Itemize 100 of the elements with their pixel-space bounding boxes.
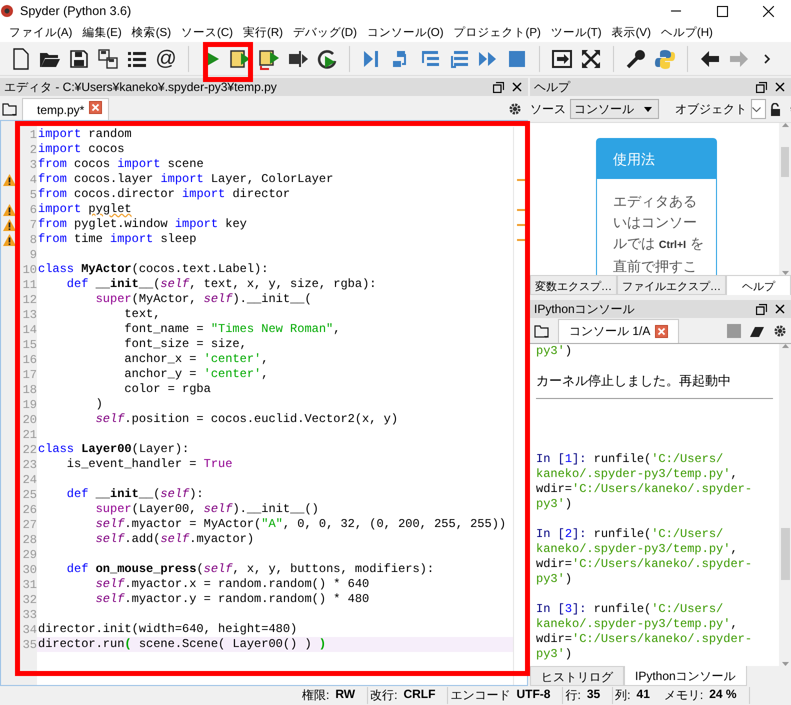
line-number: 31 bbox=[22, 578, 37, 592]
code-line: self.myactor.y = random.random() * 480 bbox=[94, 592, 370, 606]
code-line: text, bbox=[123, 307, 160, 321]
line-number: 21 bbox=[22, 428, 37, 442]
code-line: director.run( scene.Scene( Layer00() ) ) bbox=[38, 637, 326, 651]
line-number: 22 bbox=[22, 442, 37, 456]
code-line: anchor_x = 'center', bbox=[123, 352, 268, 366]
menu-item[interactable]: 編集(E) bbox=[77, 24, 127, 40]
code-line: def on_mouse_press(self, x, y, buttons, modifiers): bbox=[66, 562, 434, 576]
console-input-line: py3') bbox=[536, 572, 572, 586]
code-line: director.init(width=640, height=480) bbox=[38, 622, 298, 636]
line-number: 20 bbox=[22, 412, 37, 426]
menu-item[interactable]: 検索(S) bbox=[126, 24, 176, 40]
code-line: class Layer00(Layer): bbox=[38, 442, 190, 456]
line-number: 10 bbox=[22, 262, 37, 276]
menu-item[interactable]: 実行(R) bbox=[238, 24, 288, 40]
code-line: font_size = size, bbox=[123, 337, 247, 351]
code-line: self.myactor.x = random.random() * 640 bbox=[94, 577, 370, 591]
pane-tab[interactable]: ファイルエクスプ… bbox=[617, 275, 726, 295]
source-label: ソース bbox=[530, 100, 566, 118]
console-input-line: kaneko/.spyder-py3/temp.py', bbox=[536, 542, 738, 556]
code-line: self.add(self.myactor) bbox=[94, 532, 254, 546]
line-number: 25 bbox=[22, 488, 37, 502]
menu-item[interactable]: ツール(T) bbox=[546, 24, 607, 40]
line-number: 7 bbox=[28, 218, 37, 232]
status-label: メモリ: bbox=[664, 687, 704, 704]
status-value: 41 bbox=[636, 687, 650, 703]
line-number: 11 bbox=[22, 278, 37, 292]
code-line: self.position = cocos.euclid.Vector2(x, y) bbox=[94, 412, 398, 426]
status-value: UTF-8 bbox=[516, 687, 550, 703]
console-input-line: wdir='C:/Users/kaneko/.spyder- bbox=[536, 557, 752, 571]
code-line: super(Layer00, self).__init__() bbox=[94, 502, 319, 516]
code-line: from cocos.director import director bbox=[38, 187, 290, 201]
pane-title: ヘルプ bbox=[534, 78, 570, 96]
line-number: 30 bbox=[22, 562, 37, 576]
line-number: 35 bbox=[22, 638, 37, 652]
line-number: 12 bbox=[22, 292, 37, 306]
line-number: 16 bbox=[22, 352, 37, 366]
status-label: 権限: bbox=[302, 687, 330, 704]
card-text: エディタあるいはコンソールでは Ctrl+I を直前で押すこ bbox=[612, 192, 705, 275]
console-message: カーネル停止しました。再起動中 bbox=[536, 373, 732, 388]
code-line: super(MyActor, self).__init__( bbox=[94, 292, 312, 306]
line-number: 18 bbox=[22, 382, 37, 396]
status-label: 改行: bbox=[370, 687, 398, 704]
line-number: 23 bbox=[22, 458, 37, 472]
line-number: 33 bbox=[22, 608, 37, 622]
console-input-line: In [3]: runfile('C:/Users/ bbox=[536, 602, 724, 616]
console-input-line: In [2]: runfile('C:/Users/ bbox=[536, 527, 724, 541]
line-number: 2 bbox=[28, 142, 37, 156]
menu-item[interactable]: プロジェクト(P) bbox=[448, 24, 546, 40]
console-output: py3') bbox=[536, 344, 572, 358]
pane-tab[interactable]: ヒストリログ bbox=[530, 666, 624, 686]
code-line: anchor_y = 'center', bbox=[123, 367, 268, 381]
line-number: 14 bbox=[22, 322, 37, 336]
code-line: import cocos bbox=[38, 142, 124, 156]
window-title: Spyder (Python 3.6) bbox=[20, 4, 132, 18]
console-tab[interactable]: コンソール 1/A bbox=[558, 319, 680, 343]
code-line: from time import sleep bbox=[38, 232, 196, 246]
line-number: 27 bbox=[22, 518, 37, 532]
console-input-line: wdir='C:/Users/kaneko/.spyder- bbox=[536, 482, 752, 496]
line-number: 24 bbox=[22, 472, 37, 486]
code-line: font_name = "Times New Roman", bbox=[123, 322, 340, 336]
line-number: 4 bbox=[28, 172, 37, 186]
code-line: import pyglet bbox=[38, 202, 132, 216]
source-dropdown[interactable]: コンソール bbox=[570, 99, 659, 119]
menu-item[interactable]: 表示(V) bbox=[606, 24, 656, 40]
line-number: 19 bbox=[22, 398, 37, 412]
line-number: 32 bbox=[22, 592, 37, 606]
line-number: 3 bbox=[28, 158, 37, 172]
console-input-line: kaneko/.spyder-py3/temp.py', bbox=[536, 617, 738, 631]
menu-item[interactable]: ヘルプ(H) bbox=[656, 24, 718, 40]
status-label: エンコード bbox=[450, 687, 510, 704]
line-number: 5 bbox=[28, 188, 37, 202]
line-number: 15 bbox=[22, 338, 37, 352]
pane-tab[interactable]: ヘルプ bbox=[726, 275, 791, 295]
pane-tab[interactable]: 変数エクスプ… bbox=[530, 275, 617, 295]
console-input-line: py3') bbox=[536, 647, 572, 661]
menu-item[interactable]: ファイル(A) bbox=[4, 24, 78, 40]
console-input-line: In [1]: runfile('C:/Users/ bbox=[536, 452, 724, 466]
editor-tab[interactable]: temp.py* bbox=[22, 98, 110, 120]
menu-item[interactable]: ソース(C) bbox=[176, 24, 238, 40]
line-number: 17 bbox=[22, 368, 37, 382]
status-value: 24 % bbox=[709, 687, 737, 703]
status-value: CRLF bbox=[403, 687, 436, 703]
code-line: ) bbox=[94, 397, 103, 411]
line-number: 9 bbox=[28, 248, 37, 262]
menu-item[interactable]: デバッグ(D) bbox=[288, 24, 362, 40]
at-sign-button[interactable]: @ bbox=[155, 46, 177, 70]
status-value: RW bbox=[335, 687, 356, 703]
code-line: self.myactor = MyActor("A", 0, 0, 32, (0, 200, 255, 255)) bbox=[94, 517, 506, 531]
menu-item[interactable]: コンソール(O) bbox=[362, 24, 449, 40]
status-value: 35 bbox=[586, 687, 600, 703]
line-number: 28 bbox=[22, 532, 37, 546]
pane-tab[interactable]: IPythonコンソール bbox=[624, 666, 747, 686]
console-input-line: kaneko/.spyder-py3/temp.py', bbox=[536, 467, 738, 481]
line-number: 1 bbox=[28, 128, 37, 142]
line-number: 34 bbox=[22, 622, 37, 636]
pane-title: エディタ - C:¥Users¥kaneko¥.spyder-py3¥temp.py bbox=[4, 78, 277, 96]
code-line: from cocos.layer import Layer, ColorLayer bbox=[38, 172, 334, 186]
card-title: 使用法 bbox=[597, 139, 716, 179]
